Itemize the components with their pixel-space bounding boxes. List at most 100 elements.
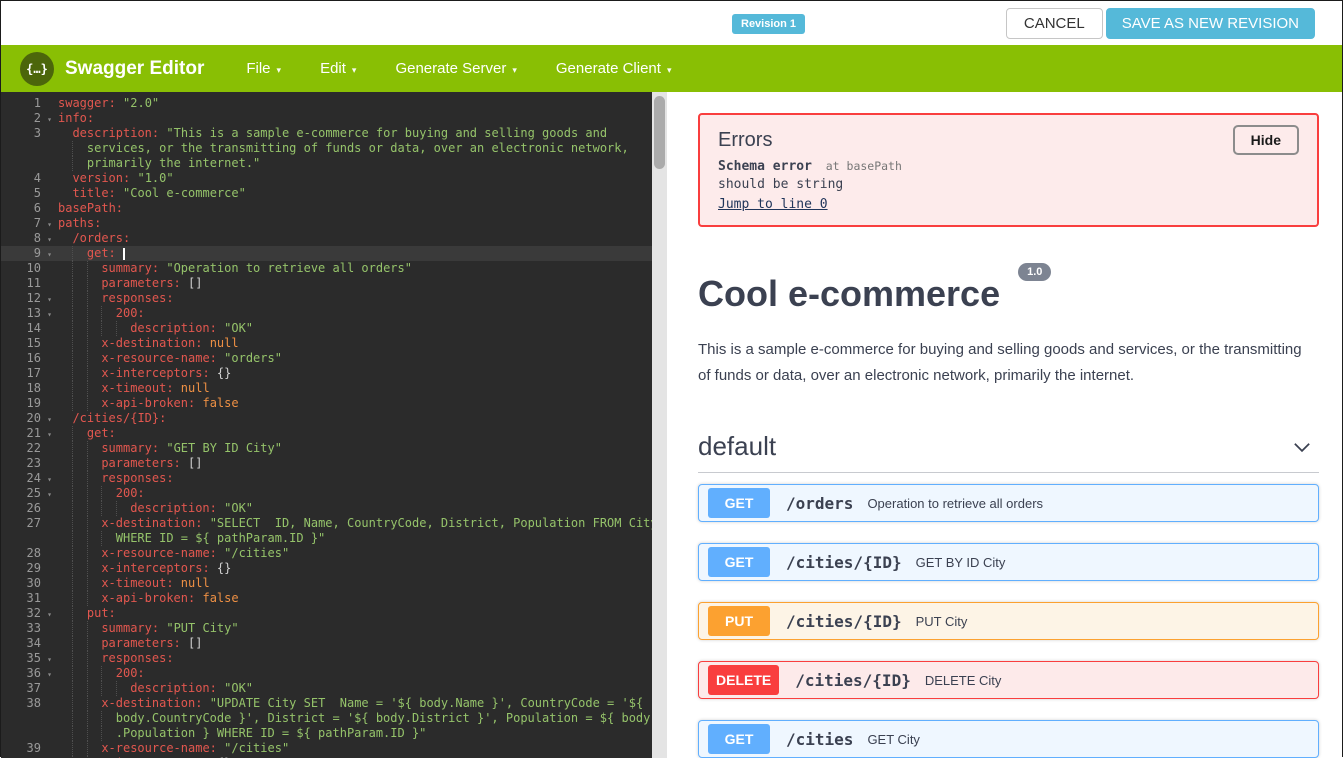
fold-arrow-icon[interactable]: ▾ — [41, 247, 58, 262]
fold-arrow-icon[interactable]: ▾ — [41, 217, 58, 232]
code-line[interactable]: 15 x-destination: null — [1, 336, 667, 351]
fold-arrow-icon[interactable]: ▾ — [41, 412, 58, 427]
menu-edit[interactable]: Edit▾ — [320, 60, 356, 77]
fold-arrow-icon[interactable]: ▾ — [41, 292, 58, 307]
code-line[interactable]: services, or the transmitting of funds o… — [1, 141, 667, 156]
code-line[interactable]: 13▾ 200: — [1, 306, 667, 321]
code-line[interactable]: 7▾paths: — [1, 216, 667, 231]
chevron-down-icon[interactable] — [1291, 436, 1313, 458]
code-token: x-api-broken: — [101, 396, 195, 410]
code-line[interactable]: 22 summary: "GET BY ID City" — [1, 441, 667, 456]
code-line[interactable]: 38 x-destination: "UPDATE City SET Name … — [1, 696, 667, 711]
code-line[interactable]: 20▾ /cities/{ID}: — [1, 411, 667, 426]
code-line[interactable]: 2▾info: — [1, 111, 667, 126]
jump-to-line-link[interactable]: Jump to line 0 — [718, 197, 828, 212]
code-line[interactable]: WHERE ID = ${ pathParam.ID }" — [1, 531, 667, 546]
code-line[interactable]: 1 swagger: "2.0" — [1, 96, 667, 111]
code-line[interactable]: 28 x-resource-name: "/cities" — [1, 546, 667, 561]
code-line[interactable]: 37 description: "OK" — [1, 681, 667, 696]
fold-arrow-icon[interactable]: ▾ — [41, 427, 58, 442]
code-line[interactable]: 35▾ responses: — [1, 651, 667, 666]
code-line[interactable]: 36▾ 200: — [1, 666, 667, 681]
code-token: primarily the internet." — [87, 156, 260, 170]
code-line[interactable]: 5 title: "Cool e-commerce" — [1, 186, 667, 201]
operation-row[interactable]: GET/ordersOperation to retrieve all orde… — [698, 484, 1319, 522]
code-line[interactable]: .Population } WHERE ID = ${ pathParam.ID… — [1, 726, 667, 741]
code-token: x-api-broken: — [101, 591, 195, 605]
code-line[interactable]: 26 description: "OK" — [1, 501, 667, 516]
text-cursor — [123, 248, 125, 260]
operation-row[interactable]: GET/cities/{ID}GET BY ID City — [698, 543, 1319, 581]
operation-row[interactable]: GET/citiesGET City — [698, 720, 1319, 758]
code-line[interactable]: 30 x-timeout: null — [1, 576, 667, 591]
code-line[interactable]: 29 x-interceptors: {} — [1, 561, 667, 576]
indent-guide — [116, 321, 130, 336]
code-line[interactable]: 24▾ responses: — [1, 471, 667, 486]
code-line[interactable]: 6 basePath: — [1, 201, 667, 216]
indent-guide — [72, 531, 86, 546]
menu-generate-client[interactable]: Generate Client▾ — [556, 60, 672, 77]
errors-title: Errors — [718, 129, 772, 152]
indent-guide — [72, 306, 86, 321]
section-header-default[interactable]: default — [698, 431, 1319, 473]
code-line[interactable]: 9▾ get: — [1, 246, 667, 261]
code-line[interactable]: 23 parameters: [] — [1, 456, 667, 471]
indent-guide — [72, 351, 86, 366]
code-line[interactable]: 3 description: "This is a sample e-comme… — [1, 126, 667, 141]
code-line[interactable]: 19 x-api-broken: false — [1, 396, 667, 411]
code-line[interactable]: 25▾ 200: — [1, 486, 667, 501]
fold-gutter — [41, 532, 58, 547]
code-line[interactable]: 8▾ /orders: — [1, 231, 667, 246]
code-line[interactable]: 27 x-destination: "SELECT ID, Name, Coun… — [1, 516, 667, 531]
fold-arrow-icon[interactable]: ▾ — [41, 307, 58, 322]
code-line[interactable]: 4 version: "1.0" — [1, 171, 667, 186]
code-line[interactable]: 34 parameters: [] — [1, 636, 667, 651]
indent-guide — [58, 681, 72, 696]
fold-arrow-icon[interactable]: ▾ — [41, 487, 58, 502]
code-line[interactable]: 11 parameters: [] — [1, 276, 667, 291]
menu-generate-server[interactable]: Generate Server▾ — [395, 60, 516, 77]
code-line[interactable]: body.CountryCode }', District = '${ body… — [1, 711, 667, 726]
code-line[interactable]: 39 x-resource-name: "/cities" — [1, 741, 667, 756]
fold-arrow-icon[interactable]: ▾ — [41, 472, 58, 487]
indent-guide — [58, 726, 72, 741]
fold-arrow-icon[interactable]: ▾ — [41, 667, 58, 682]
code-line[interactable]: 18 x-timeout: null — [1, 381, 667, 396]
menu-file[interactable]: File▾ — [246, 60, 281, 77]
code-line[interactable]: 31 x-api-broken: false — [1, 591, 667, 606]
code-line[interactable]: 17 x-interceptors: {} — [1, 366, 667, 381]
code-line[interactable]: primarily the internet." — [1, 156, 667, 171]
hide-errors-button[interactable]: Hide — [1233, 125, 1299, 155]
code-line[interactable]: 32▾ put: — [1, 606, 667, 621]
cancel-button[interactable]: CANCEL — [1006, 8, 1103, 39]
editor-scrollbar-thumb[interactable] — [654, 96, 665, 169]
indent-guide — [72, 636, 86, 651]
code-line[interactable]: 10 summary: "Operation to retrieve all o… — [1, 261, 667, 276]
fold-gutter — [41, 157, 58, 172]
fold-arrow-icon[interactable]: ▾ — [41, 607, 58, 622]
editor-scrollbar[interactable] — [652, 92, 667, 758]
indent-guide — [72, 501, 86, 516]
code-token: responses: — [101, 291, 173, 305]
indent-guide — [101, 321, 115, 336]
fold-arrow-icon[interactable]: ▾ — [41, 652, 58, 667]
indent-guide — [72, 606, 86, 621]
code-line[interactable]: 33 summary: "PUT City" — [1, 621, 667, 636]
indent-guide — [58, 381, 72, 396]
yaml-editor[interactable]: 1 swagger: "2.0"2▾info:3 description: "T… — [1, 92, 667, 758]
code-line[interactable]: 12▾ responses: — [1, 291, 667, 306]
save-as-new-revision-button[interactable]: SAVE AS NEW REVISION — [1106, 8, 1315, 39]
code-area[interactable]: 1 swagger: "2.0"2▾info:3 description: "T… — [1, 92, 667, 758]
fold-arrow-icon[interactable]: ▾ — [41, 232, 58, 247]
indent-guide — [72, 651, 86, 666]
fold-gutter — [41, 97, 58, 112]
code-line[interactable]: 21▾ get: — [1, 426, 667, 441]
operation-row[interactable]: PUT/cities/{ID}PUT City — [698, 602, 1319, 640]
operation-row[interactable]: DELETE/cities/{ID}DELETE City — [698, 661, 1319, 699]
code-token: 200: — [116, 486, 145, 500]
method-badge: GET — [708, 488, 770, 518]
code-line[interactable]: 16 x-resource-name: "orders" — [1, 351, 667, 366]
code-token — [202, 336, 209, 350]
code-line[interactable]: 14 description: "OK" — [1, 321, 667, 336]
fold-arrow-icon[interactable]: ▾ — [41, 112, 58, 127]
